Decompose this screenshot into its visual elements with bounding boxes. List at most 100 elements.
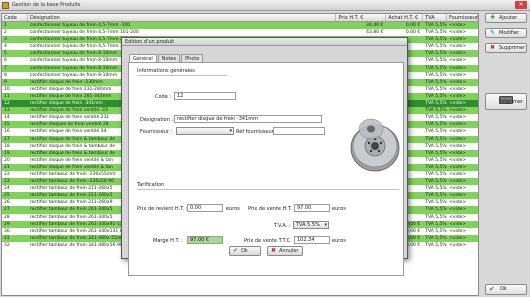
cell-tva: TVA 5,5% bbox=[425, 122, 447, 128]
cell-code: 32 bbox=[4, 242, 10, 248]
cell-code: 2 bbox=[4, 30, 7, 36]
col-header-fournisseur[interactable]: Fournisseur bbox=[447, 14, 478, 21]
cell-achat-ht: 0,00 € bbox=[405, 30, 421, 36]
prix-revient-field[interactable]: 0.00 bbox=[187, 204, 223, 212]
cell-fournisseur: <vide> bbox=[449, 171, 467, 177]
cell-tva: TVA 5,5% bbox=[425, 86, 447, 92]
cell-tva: TVA 5,5% bbox=[425, 129, 447, 135]
prix-ttc-label: Prix de vente T.T.C. : bbox=[244, 238, 296, 244]
ok-button[interactable]: ✔ Ok bbox=[485, 284, 527, 295]
cell-code: 15 bbox=[4, 122, 10, 128]
cell-fournisseur: <vide> bbox=[449, 221, 467, 227]
cell-tva: TVA 5,5% bbox=[425, 136, 447, 142]
cell-code: 28 bbox=[4, 214, 10, 220]
col-header-achat-ht[interactable]: Achat H.T. € bbox=[386, 14, 424, 21]
col-header-tva[interactable]: TVA bbox=[423, 14, 448, 21]
add-button[interactable]: ✚ Ajouter bbox=[485, 13, 527, 23]
cell-code: 9 bbox=[4, 79, 7, 85]
col-header-designation[interactable]: Désignation bbox=[28, 14, 337, 21]
app-icon bbox=[2, 2, 9, 9]
add-icon: ✚ bbox=[489, 14, 496, 21]
cell-code: 18 bbox=[4, 143, 10, 149]
ref-fournisseur-field[interactable] bbox=[273, 127, 325, 135]
cell-code: 30 bbox=[4, 228, 10, 234]
cell-tva: TVA 5,5% bbox=[425, 108, 447, 114]
cell-code: 24 bbox=[4, 186, 10, 192]
cell-fournisseur: <vide> bbox=[449, 143, 467, 149]
prix-revient-unit: euros bbox=[226, 206, 240, 212]
cell-fournisseur: <vide> bbox=[449, 207, 467, 213]
cell-designation: confectionner tuyeau de frein 4,5-7mm -1… bbox=[29, 23, 131, 28]
cell-code: 27 bbox=[4, 207, 10, 213]
prix-ttc-unit: euros bbox=[332, 238, 346, 244]
cell-tva: TVA 5,5% bbox=[425, 23, 447, 28]
tva-select[interactable]: TVA 5.5% ▾ bbox=[293, 221, 329, 229]
table-row[interactable]: 1 confectionner tuyeau de frein 4,5-7mm -… bbox=[2, 22, 478, 30]
cell-code: 1 bbox=[4, 23, 7, 28]
edit-icon: ✎ bbox=[489, 29, 496, 36]
cell-tva: TVA 5,5% bbox=[425, 228, 447, 234]
product-edit-dialog: Edition d'un produit Général Notes Photo… bbox=[121, 37, 408, 276]
cell-tva: TVA 5,5% bbox=[425, 214, 447, 220]
prix-vente-ht-unit: euros bbox=[332, 206, 346, 212]
cell-code: 7 bbox=[4, 65, 7, 71]
cell-code: 29 bbox=[4, 221, 10, 227]
delete-button[interactable]: ✖ Supprimer bbox=[485, 43, 527, 53]
cell-code: 17 bbox=[4, 136, 10, 142]
cell-fournisseur: <vide> bbox=[449, 242, 467, 248]
cell-tva: TVA 5,5% bbox=[425, 157, 447, 163]
cell-tva: TVA 5,5% bbox=[425, 93, 447, 99]
dialog-ok-button[interactable]: ✔ Ok bbox=[229, 246, 261, 256]
marge-field: 97.00 € bbox=[187, 236, 223, 244]
cell-tva: TVA 5,5% bbox=[425, 242, 447, 248]
tab-notes[interactable]: Notes bbox=[157, 54, 181, 62]
general-panel: Informations générales Code : 12 Désigna… bbox=[128, 62, 404, 276]
cell-code: 22 bbox=[4, 171, 10, 177]
cell-fournisseur: <vide> bbox=[449, 101, 467, 107]
col-header-prix-ht[interactable]: Prix H.T. € bbox=[336, 14, 387, 21]
cell-fournisseur: <vide> bbox=[449, 58, 467, 64]
ref-fournisseur-label: Réf fournisseur : bbox=[236, 129, 277, 135]
col-header-code[interactable]: Code bbox=[2, 14, 28, 21]
ok-button-label: Ok bbox=[500, 286, 507, 292]
code-field[interactable]: 12 bbox=[174, 92, 236, 100]
cell-fournisseur: <vide> bbox=[449, 115, 467, 121]
cell-designation: confectionner tuyeau de frein 4,5-7mm 10… bbox=[29, 30, 139, 36]
cell-code: 25 bbox=[4, 193, 10, 199]
cell-fournisseur: <vide> bbox=[449, 136, 467, 142]
prix-vente-ht-label: Prix de vente H.T. : bbox=[248, 206, 296, 212]
designation-field[interactable]: rectifier disque de frein -341mm bbox=[174, 115, 322, 123]
cell-code: 5 bbox=[4, 51, 7, 57]
cell-fournisseur: <vide> bbox=[449, 164, 467, 170]
checkmark-icon: ✔ bbox=[233, 247, 239, 254]
cell-fournisseur: <vide> bbox=[449, 86, 467, 92]
tab-photo[interactable]: Photo bbox=[181, 54, 204, 62]
cell-tva: TVA 5,5% bbox=[425, 72, 447, 78]
table-row[interactable]: 2 confectionner tuyeau de frein 4,5-7mm 1… bbox=[2, 29, 478, 37]
prix-vente-ht-field[interactable]: 97.00 bbox=[294, 204, 330, 212]
cell-tva: TVA 5,5% bbox=[425, 58, 447, 64]
cell-fournisseur: <vide> bbox=[449, 214, 467, 220]
code-label: Code : bbox=[155, 94, 172, 100]
close-icon[interactable]: ✕ bbox=[515, 1, 527, 9]
chevron-down-icon: ▾ bbox=[229, 128, 232, 134]
fournisseur-select[interactable]: ▾ bbox=[176, 127, 234, 135]
cell-fournisseur: <vide> bbox=[449, 51, 467, 57]
cell-code: 8 bbox=[4, 72, 7, 78]
cell-code: 26 bbox=[4, 200, 10, 206]
product-photo bbox=[350, 118, 400, 172]
dialog-cancel-button[interactable]: ✖ Annuler bbox=[267, 246, 303, 256]
cell-tva: TVA 5,5% bbox=[425, 30, 447, 36]
general-section-title: Informations générales bbox=[137, 68, 195, 74]
dialog-title: Edition d'un produit bbox=[122, 38, 407, 46]
print-button[interactable]: Imprimer bbox=[485, 93, 527, 110]
window-titlebar: Gestion de la base Produits ✕ bbox=[0, 0, 530, 11]
modify-button[interactable]: ✎ Modifier bbox=[485, 28, 527, 38]
prix-ttc-field[interactable]: 102.34 bbox=[294, 236, 330, 244]
cell-code: 13 bbox=[4, 108, 10, 114]
section-divider bbox=[137, 189, 399, 190]
cell-fournisseur: <vide> bbox=[449, 108, 467, 114]
cell-tva: TVA 5,5% bbox=[425, 221, 447, 227]
cell-fournisseur: <vide> bbox=[449, 122, 467, 128]
cell-tva: TVA 5,5% bbox=[425, 79, 447, 85]
